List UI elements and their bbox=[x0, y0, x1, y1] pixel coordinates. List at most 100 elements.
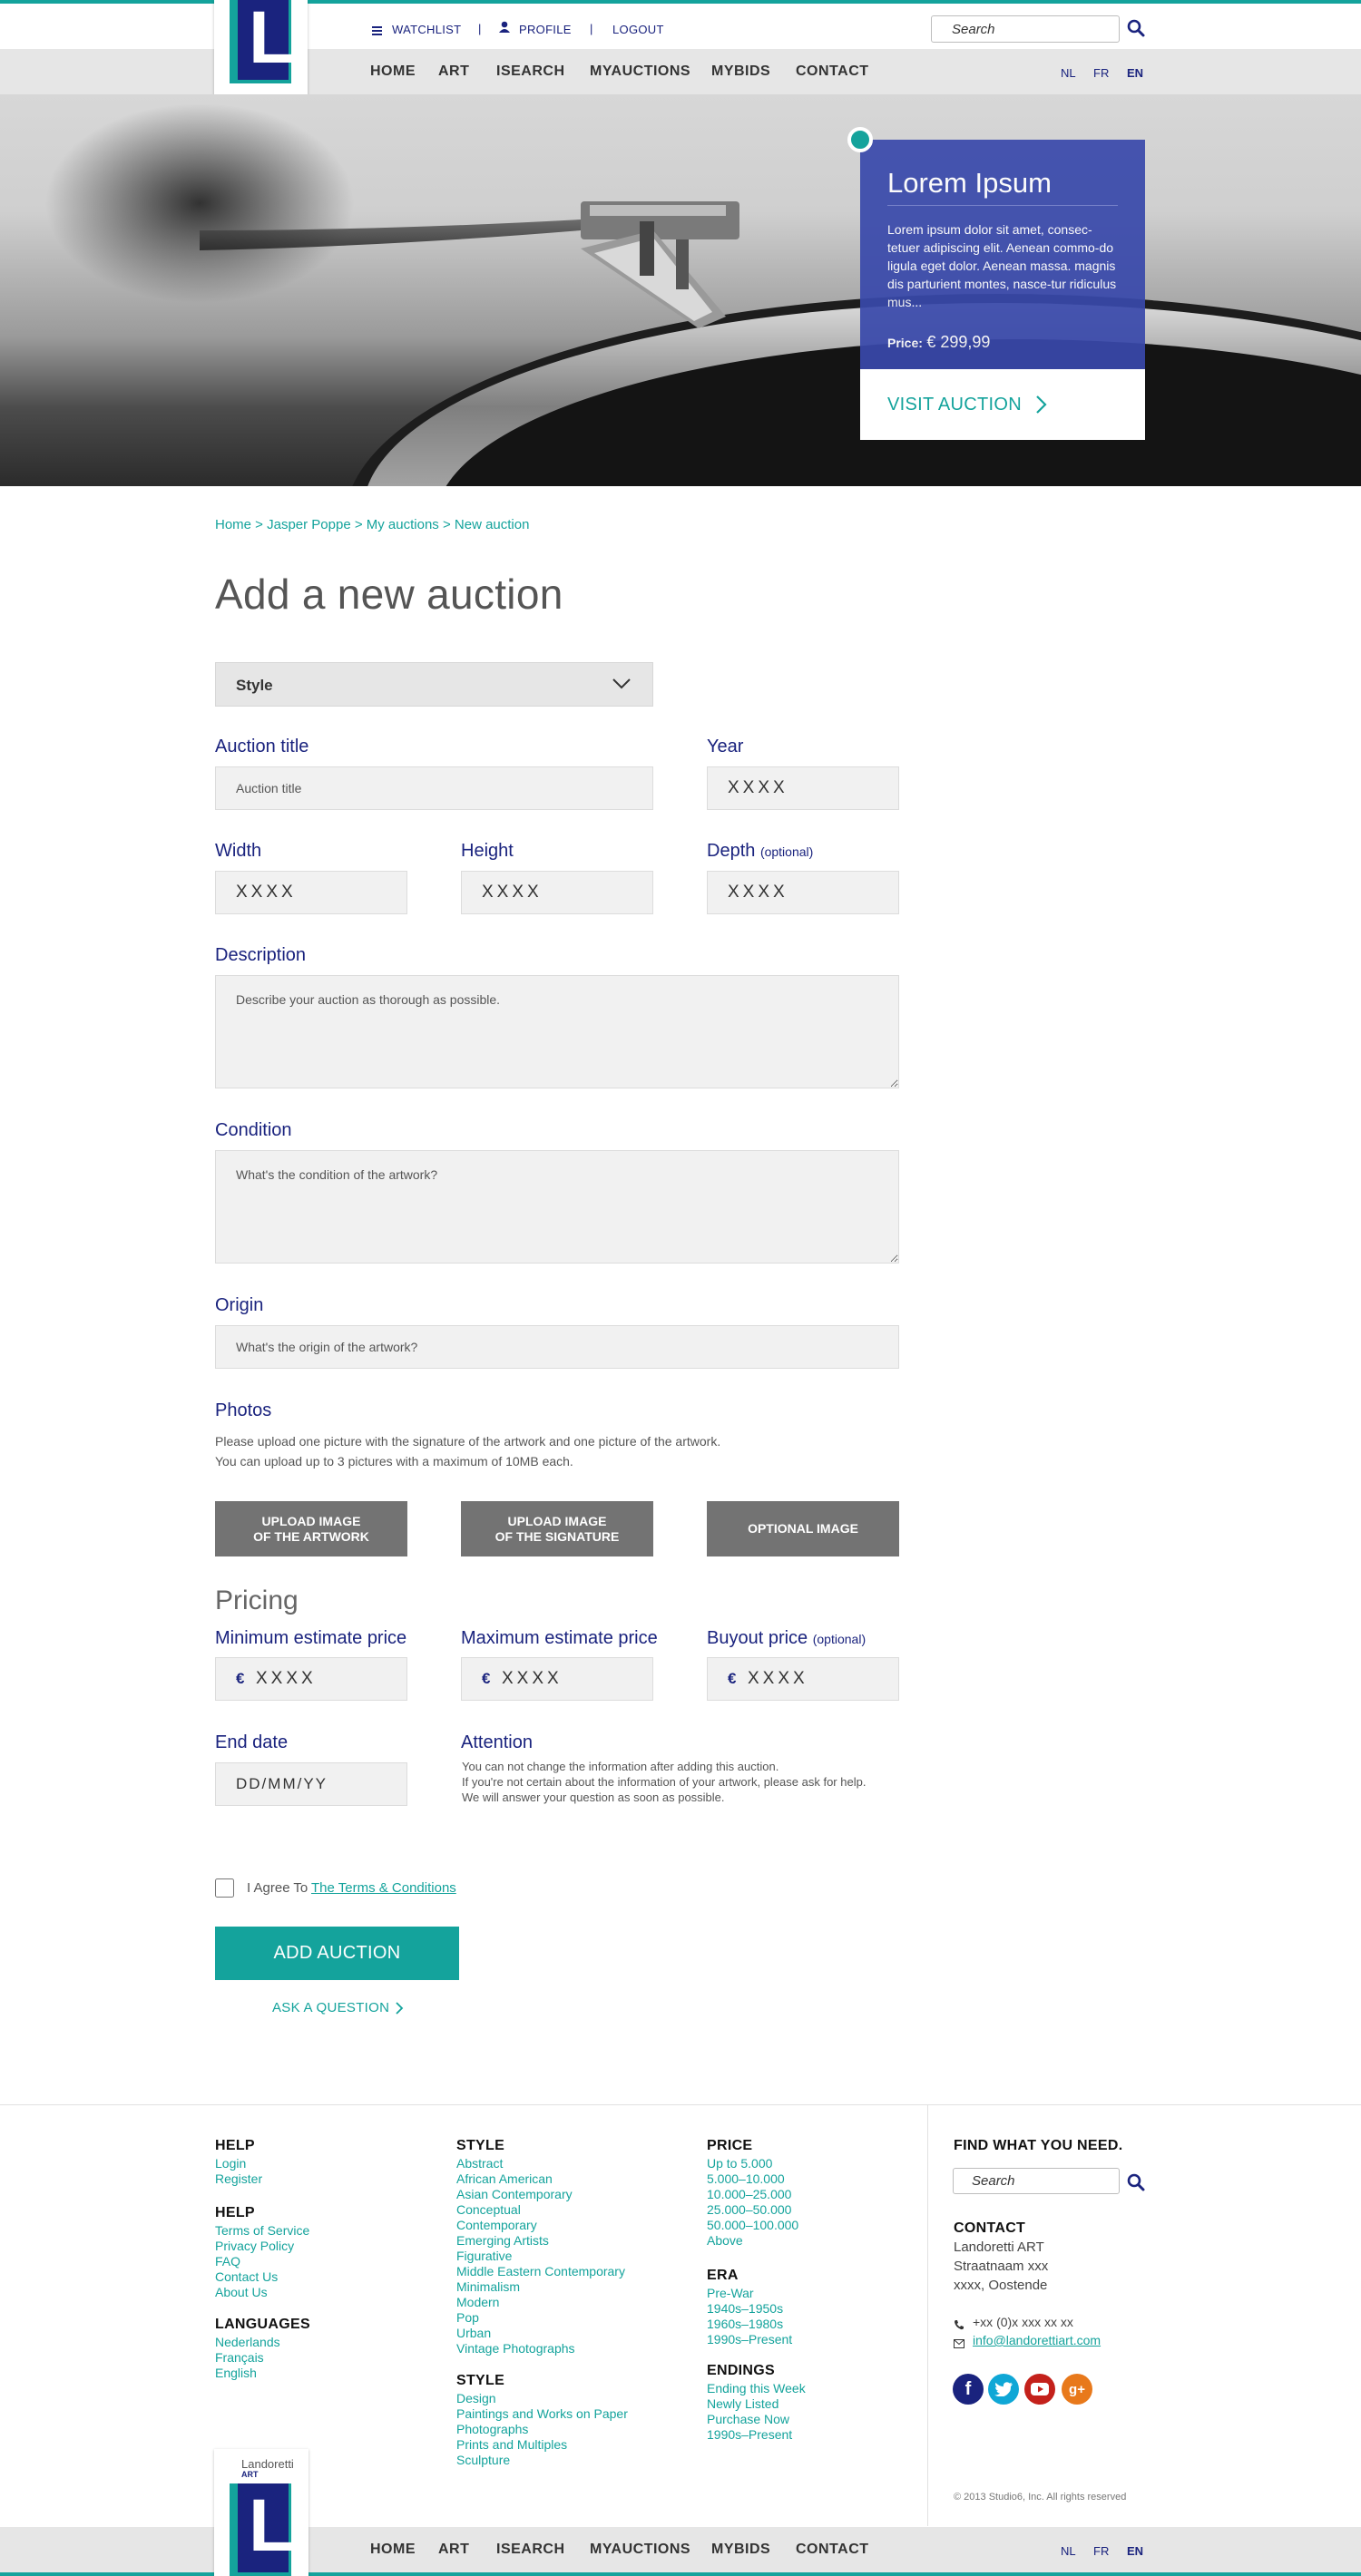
optional-image-button[interactable]: OPTIONAL IMAGE bbox=[707, 1501, 899, 1556]
footer-link[interactable]: English bbox=[215, 2366, 257, 2381]
copyright: © 2013 Studio6, Inc. All rights reserved bbox=[954, 2492, 1127, 2503]
nav-home[interactable]: HOME bbox=[370, 2542, 416, 2558]
origin-input[interactable] bbox=[215, 1325, 899, 1369]
footer-link[interactable]: Abstract bbox=[456, 2156, 503, 2171]
lang-nl[interactable]: NL bbox=[1061, 2544, 1076, 2558]
lang-fr[interactable]: FR bbox=[1093, 66, 1109, 80]
hero-title: Lorem Ipsum bbox=[887, 167, 1052, 199]
footer-link[interactable]: Pre-War bbox=[707, 2286, 754, 2301]
nav-isearch[interactable]: ISEARCH bbox=[496, 63, 565, 80]
style-select[interactable]: Style bbox=[215, 662, 653, 707]
height-input[interactable] bbox=[461, 871, 653, 914]
footer-link[interactable]: 1990s–Present bbox=[707, 2427, 792, 2443]
footer-link[interactable]: Purchase Now bbox=[707, 2412, 789, 2427]
nav-mybids[interactable]: MYBIDS bbox=[711, 63, 770, 80]
watchlist-link[interactable]: WATCHLIST bbox=[392, 23, 461, 36]
nav-contact[interactable]: CONTACT bbox=[796, 2542, 869, 2558]
add-auction-button[interactable]: ADD AUCTION bbox=[215, 1927, 459, 1980]
description-textarea[interactable] bbox=[215, 975, 899, 1088]
footer-link-register[interactable]: Register bbox=[215, 2171, 262, 2187]
footer-link[interactable]: Modern bbox=[456, 2295, 499, 2310]
year-input[interactable] bbox=[707, 766, 899, 810]
end-date-input[interactable] bbox=[215, 1762, 407, 1806]
footer-link[interactable]: Nederlands bbox=[215, 2335, 280, 2350]
lang-en[interactable]: EN bbox=[1127, 66, 1143, 80]
footer-link[interactable]: Newly Listed bbox=[707, 2396, 778, 2412]
footer-link[interactable]: 1960s–1980s bbox=[707, 2317, 783, 2332]
footer-link[interactable]: About Us bbox=[215, 2285, 268, 2300]
footer-link[interactable]: Emerging Artists bbox=[456, 2233, 549, 2249]
nav-isearch[interactable]: ISEARCH bbox=[496, 2542, 565, 2558]
terms-checkbox[interactable] bbox=[215, 1878, 234, 1898]
nav-myauctions[interactable]: MYAUCTIONS bbox=[590, 2542, 690, 2558]
footer-divider bbox=[0, 2104, 1361, 2105]
width-input[interactable] bbox=[215, 871, 407, 914]
footer-link[interactable]: Conceptual bbox=[456, 2202, 521, 2218]
footer-link[interactable]: 50.000–100.000 bbox=[707, 2218, 798, 2233]
lang-en[interactable]: EN bbox=[1127, 2544, 1143, 2558]
footer-link[interactable]: Photographs bbox=[456, 2422, 528, 2437]
footer-link[interactable]: Asian Contemporary bbox=[456, 2187, 573, 2202]
upload-artwork-line-2: OF THE ARTWORK bbox=[253, 1528, 369, 1544]
footer-link[interactable]: Contemporary bbox=[456, 2218, 537, 2233]
footer-link[interactable]: Ending this Week bbox=[707, 2381, 806, 2396]
footer-link-login[interactable]: Login bbox=[215, 2156, 246, 2171]
footer-link[interactable]: Pop bbox=[456, 2310, 479, 2326]
terms-link[interactable]: The Terms & Conditions bbox=[311, 1880, 456, 1896]
profile-link[interactable]: PROFILE bbox=[519, 23, 572, 36]
lang-nl[interactable]: NL bbox=[1061, 66, 1076, 80]
footer-link[interactable]: Sculpture bbox=[456, 2453, 510, 2468]
nav-mybids[interactable]: MYBIDS bbox=[711, 2542, 770, 2558]
depth-input[interactable] bbox=[707, 871, 899, 914]
footer-link[interactable]: Design bbox=[456, 2391, 496, 2406]
auction-title-input[interactable] bbox=[215, 766, 653, 810]
footer-link[interactable]: Urban bbox=[456, 2326, 491, 2341]
footer-link[interactable]: 10.000–25.000 bbox=[707, 2187, 791, 2202]
nav-art[interactable]: ART bbox=[438, 63, 469, 80]
nav-art[interactable]: ART bbox=[438, 2542, 469, 2558]
footer-link[interactable]: Paintings and Works on Paper bbox=[456, 2406, 628, 2422]
footer-link[interactable]: Above bbox=[707, 2233, 743, 2249]
footer-link[interactable]: Prints and Multiples bbox=[456, 2437, 567, 2453]
nav-myauctions[interactable]: MYAUCTIONS bbox=[590, 63, 690, 80]
depth-label: Depth (optional) bbox=[707, 841, 813, 862]
euro-symbol: € bbox=[482, 1670, 491, 1687]
footer-link[interactable]: 25.000–50.000 bbox=[707, 2202, 791, 2218]
footer-link[interactable]: Up to 5.000 bbox=[707, 2156, 772, 2171]
google-plus-icon[interactable]: g+ bbox=[1062, 2374, 1092, 2405]
footer-link[interactable]: 1990s–Present bbox=[707, 2332, 792, 2347]
facebook-icon[interactable]: f bbox=[953, 2374, 984, 2405]
footer-link[interactable]: 5.000–10.000 bbox=[707, 2171, 785, 2187]
footer-link[interactable]: Contact Us bbox=[215, 2269, 278, 2285]
hero-text: Lorem ipsum dolor sit amet, consec-tetue… bbox=[887, 222, 1117, 309]
condition-textarea[interactable] bbox=[215, 1150, 899, 1264]
footer-logo[interactable]: Landoretti ART L bbox=[214, 2449, 308, 2576]
logout-link[interactable]: LOGOUT bbox=[612, 23, 664, 36]
lang-fr[interactable]: FR bbox=[1093, 2544, 1109, 2558]
email-link[interactable]: info@landorettiart.com bbox=[973, 2333, 1101, 2347]
search-icon[interactable] bbox=[1127, 2173, 1145, 2191]
breadcrumb[interactable]: Home > Jasper Poppe > My auctions > New … bbox=[215, 517, 529, 532]
footer-link[interactable]: 1940s–1950s bbox=[707, 2301, 783, 2317]
footer-link[interactable]: Figurative bbox=[456, 2249, 512, 2264]
footer-link[interactable]: African American bbox=[456, 2171, 553, 2187]
search-icon[interactable] bbox=[1127, 19, 1145, 37]
search-input[interactable] bbox=[931, 15, 1120, 43]
footer-link[interactable]: Terms of Service bbox=[215, 2223, 309, 2239]
hero-banner bbox=[0, 94, 1361, 486]
footer-link[interactable]: Minimalism bbox=[456, 2279, 520, 2295]
ask-question-link[interactable]: ASK A QUESTION bbox=[272, 2000, 389, 2015]
twitter-icon[interactable] bbox=[988, 2374, 1019, 2405]
footer-search-input[interactable] bbox=[953, 2168, 1120, 2194]
footer-link[interactable]: Middle Eastern Contemporary bbox=[456, 2264, 625, 2279]
nav-home[interactable]: HOME bbox=[370, 63, 416, 80]
upload-signature-button[interactable]: UPLOAD IMAGE OF THE SIGNATURE bbox=[461, 1501, 653, 1556]
footer-link[interactable]: Français bbox=[215, 2350, 264, 2366]
nav-contact[interactable]: CONTACT bbox=[796, 63, 869, 80]
footer-link[interactable]: Privacy Policy bbox=[215, 2239, 294, 2254]
footer-link[interactable]: Vintage Photographs bbox=[456, 2341, 575, 2356]
upload-artwork-button[interactable]: UPLOAD IMAGE OF THE ARTWORK bbox=[215, 1501, 407, 1556]
youtube-icon[interactable] bbox=[1024, 2374, 1055, 2405]
footer-link[interactable]: FAQ bbox=[215, 2254, 240, 2269]
visit-auction-link[interactable]: VISIT AUCTION bbox=[860, 369, 1145, 440]
